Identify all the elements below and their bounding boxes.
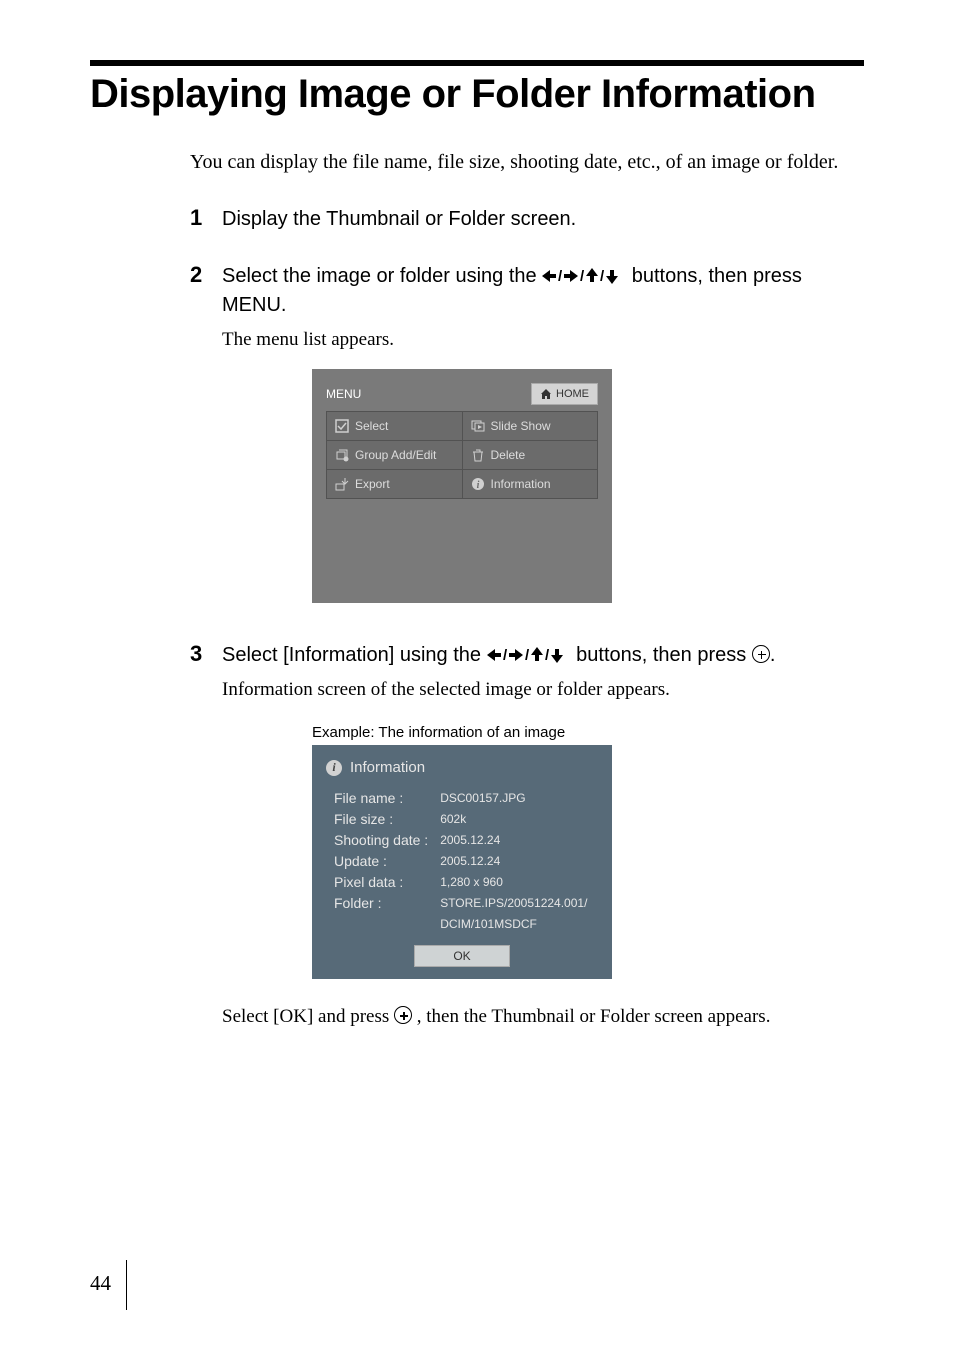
- value-folder2: DCIM/101MSDCF: [440, 914, 587, 935]
- step-2: 2 Select the image or folder using the /…: [190, 262, 864, 613]
- step-1: 1 Display the Thumbnail or Folder screen…: [190, 205, 864, 234]
- label-filename: File name :: [334, 788, 428, 809]
- menu-label-delete: Delete: [491, 448, 526, 462]
- menu-item-export[interactable]: Export: [327, 470, 462, 498]
- arrow-keys-icon: / / /: [542, 265, 632, 287]
- info-header-label: Information: [350, 759, 425, 776]
- svg-text:/: /: [545, 647, 550, 663]
- svg-text:/: /: [580, 268, 585, 284]
- home-label: HOME: [556, 388, 589, 400]
- check-icon: [335, 419, 349, 433]
- footer-rule: [126, 1260, 127, 1310]
- example-caption: Example: The information of an image: [312, 724, 864, 741]
- menu-label-slideshow: Slide Show: [491, 419, 551, 433]
- label-update: Update :: [334, 851, 428, 872]
- enter-button-icon: [752, 645, 770, 663]
- label-filesize: File size :: [334, 809, 428, 830]
- label-pixel: Pixel data :: [334, 872, 428, 893]
- enter-button-icon: [394, 1006, 412, 1024]
- svg-text:/: /: [525, 647, 530, 663]
- step-1-text: Display the Thumbnail or Folder screen.: [222, 205, 864, 234]
- menu-label-group: Group Add/Edit: [355, 448, 436, 462]
- menu-item-slideshow[interactable]: Slide Show: [463, 412, 598, 440]
- value-pixel: 1,280 x 960: [440, 872, 587, 893]
- step-2-text: Select the image or folder using the ///…: [222, 262, 864, 320]
- menu-screenshot: MENU HOME Select Slide Show: [312, 369, 612, 603]
- svg-text:/: /: [558, 268, 563, 284]
- after-a: Select [OK] and press: [222, 1006, 394, 1027]
- menu-label-select: Select: [355, 419, 388, 433]
- step-3-sub: Information screen of the selected image…: [222, 676, 864, 705]
- step-number: 2: [190, 262, 208, 613]
- info-icon: i: [326, 760, 342, 776]
- value-filesize: 602k: [440, 809, 587, 830]
- page-title: Displaying Image or Folder Information: [90, 72, 864, 117]
- group-icon: [335, 448, 349, 462]
- step-3: 3 Select [Information] using the / / / but…: [190, 641, 864, 1032]
- step-number: 3: [190, 641, 208, 1032]
- value-shooting: 2005.12.24: [440, 830, 587, 851]
- value-update: 2005.12.24: [440, 851, 587, 872]
- svg-text:/: /: [600, 268, 605, 284]
- step-number: 1: [190, 205, 208, 234]
- menu-item-information[interactable]: i Information: [463, 470, 598, 498]
- menu-label-info: Information: [491, 477, 551, 491]
- menu-item-group[interactable]: Group Add/Edit: [327, 441, 462, 469]
- arrow-keys-icon: / / /: [487, 644, 577, 666]
- home-button[interactable]: HOME: [531, 383, 598, 405]
- home-icon: [540, 388, 552, 400]
- step-2-part-a: Select the image or folder using the: [222, 265, 542, 287]
- top-rule: [90, 60, 864, 66]
- value-filename: DSC00157.JPG: [440, 788, 587, 809]
- page-number: 44: [90, 1271, 111, 1296]
- slideshow-icon: [471, 419, 485, 433]
- step-3-part-a: Select [Information] using the: [222, 644, 487, 666]
- export-icon: [335, 477, 349, 491]
- step-3-text: Select [Information] using the / / / butto…: [222, 641, 864, 670]
- ok-button[interactable]: OK: [414, 945, 509, 967]
- svg-text:i: i: [476, 480, 479, 491]
- svg-text:/: /: [503, 647, 508, 663]
- menu-item-select[interactable]: Select: [327, 412, 462, 440]
- menu-label-export: Export: [355, 477, 390, 491]
- menu-title: MENU: [326, 387, 361, 401]
- information-screenshot: i Information File name : File size : Sh…: [312, 745, 612, 979]
- step-3-after: Select [OK] and press , then the Thumbna…: [222, 1003, 864, 1032]
- step-3-part-b: buttons, then press: [576, 644, 752, 666]
- label-shooting: Shooting date :: [334, 830, 428, 851]
- trash-icon: [471, 448, 485, 462]
- step-2-sub: The menu list appears.: [222, 326, 864, 355]
- intro-text: You can display the file name, file size…: [190, 147, 864, 177]
- after-b: , then the Thumbnail or Folder screen ap…: [417, 1006, 771, 1027]
- menu-item-delete[interactable]: Delete: [463, 441, 598, 469]
- label-folder: Folder :: [334, 893, 428, 914]
- info-icon: i: [471, 477, 485, 491]
- value-folder1: STORE.IPS/20051224.001/: [440, 893, 587, 914]
